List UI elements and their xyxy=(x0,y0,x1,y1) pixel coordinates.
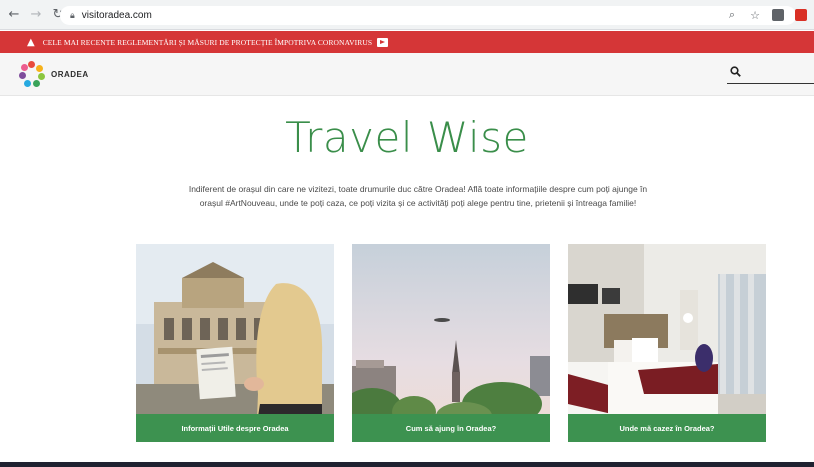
zoom-icon[interactable]: ⌕ xyxy=(725,8,739,22)
profile-extension-icon[interactable] xyxy=(794,8,808,22)
star-icon[interactable]: ☆ xyxy=(748,8,762,22)
arrow-right-icon[interactable] xyxy=(377,37,389,47)
site-logo[interactable]: ORADEA xyxy=(19,61,89,87)
intro-paragraph: Indiferent de orașul din care ne vizitez… xyxy=(188,184,648,208)
warning-icon: ▲ xyxy=(27,36,35,48)
lock-icon: 🔒︎ xyxy=(70,10,75,21)
site-header: ORADEA xyxy=(0,53,814,96)
card-image-hotel-room xyxy=(568,244,766,442)
search-input[interactable] xyxy=(727,83,814,84)
url-text[interactable]: visitoradea.com xyxy=(82,10,152,21)
browser-toolbar: ← → ↻ 🔒︎ visitoradea.com ⌕ ☆ xyxy=(0,0,814,30)
window-border xyxy=(0,462,814,467)
card-useful-info[interactable]: Informații Utile despre Oradea xyxy=(136,244,334,442)
logo-wordmark: ORADEA xyxy=(51,69,89,79)
alert-banner[interactable]: ▲ CELE MAI RECENTE REGLEMENTĂRI ȘI MĂSUR… xyxy=(0,31,814,53)
address-bar[interactable]: 🔒︎ visitoradea.com xyxy=(60,6,796,25)
card-label[interactable]: Cum să ajung în Oradea? xyxy=(352,414,550,442)
card-label[interactable]: Informații Utile despre Oradea xyxy=(136,414,334,442)
logo-mark xyxy=(19,61,45,87)
card-label[interactable]: Unde mă cazez în Oradea? xyxy=(568,414,766,442)
extension-icon[interactable] xyxy=(771,8,785,22)
browser-window: ← → ↻ 🔒︎ visitoradea.com ⌕ ☆ ▲ CELE MAI … xyxy=(0,0,814,462)
forward-icon[interactable]: → xyxy=(28,7,44,23)
page-title: Travel Wise xyxy=(285,113,529,162)
card-image-theatre xyxy=(136,244,334,442)
card-image-skyline xyxy=(352,244,550,442)
browser-actions: ⌕ ☆ xyxy=(725,8,808,22)
search-icon[interactable] xyxy=(727,63,743,79)
back-icon[interactable]: ← xyxy=(6,7,22,23)
card-grid: Informații Utile despre Oradea Cum să aj… xyxy=(136,244,768,442)
alert-text[interactable]: CELE MAI RECENTE REGLEMENTĂRI ȘI MĂSURI … xyxy=(43,38,372,47)
card-how-to-get[interactable]: Cum să ajung în Oradea? xyxy=(352,244,550,442)
card-where-to-stay[interactable]: Unde mă cazez în Oradea? xyxy=(568,244,766,442)
